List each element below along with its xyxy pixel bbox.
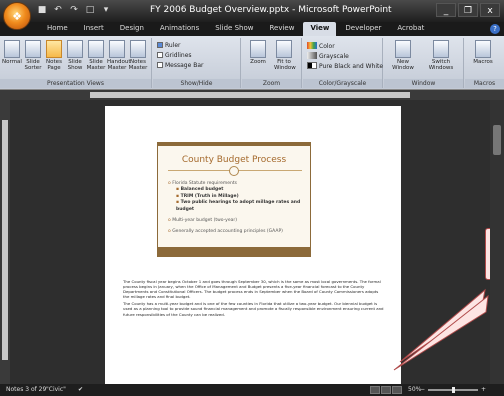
tab-developer[interactable]: Developer [338, 22, 388, 36]
group-macros: Macros Macros [465, 38, 504, 88]
normal-view-button[interactable]: Normal [2, 40, 22, 65]
grayscale-option[interactable]: Grayscale [307, 52, 349, 60]
ruler-track [90, 92, 410, 98]
office-button[interactable]: ❖ [3, 2, 31, 30]
group-label-color-grayscale: Color/Grayscale [303, 79, 382, 88]
group-label-show-hide: Show/Hide [153, 79, 240, 88]
notes-page-workspace: County Budget Process Florida Statute re… [10, 100, 490, 386]
slide-show-button[interactable]: Slide Show [65, 40, 85, 71]
fit-window-icon [276, 40, 292, 58]
office-logo-icon: ❖ [12, 9, 22, 23]
horizontal-ruler [0, 90, 504, 100]
slide-show-icon [67, 40, 83, 58]
tab-view[interactable]: View [303, 22, 337, 36]
zoom-out-icon[interactable]: − [420, 384, 425, 396]
group-color-grayscale: Color Grayscale Pure Black and White Col… [303, 38, 383, 88]
tab-animations[interactable]: Animations [153, 22, 206, 36]
tab-acrobat[interactable]: Acrobat [390, 22, 431, 36]
scrollbar-thumb[interactable] [493, 125, 501, 155]
slide-master-icon [88, 40, 104, 58]
ribbon: Normal Slide Sorter Notes Page Slide Sho… [0, 36, 504, 90]
tab-home[interactable]: Home [40, 22, 75, 36]
normal-view-icon[interactable] [370, 386, 380, 394]
customize-icon[interactable]: ▾ [100, 4, 112, 16]
bw-swatch-icon [307, 62, 317, 69]
spelling-icon[interactable]: ✔ [78, 384, 83, 396]
vertical-ruler [0, 100, 10, 384]
zoom-button[interactable]: Zoom [248, 40, 268, 65]
callout-pointer [393, 288, 489, 371]
macros-button[interactable]: Macros [473, 40, 493, 65]
title-bar: ■ ↶ ↷ □ ▾ FY 2006 Budget Overview.pptx -… [0, 0, 504, 22]
switch-windows-icon [433, 40, 449, 58]
undo-icon[interactable]: ↶ [52, 4, 64, 16]
group-label-zoom: Zoom [242, 79, 301, 88]
slide-show-icon[interactable] [392, 386, 402, 394]
checkbox-icon [157, 62, 163, 68]
group-show-hide: Ruler Gridlines Message Bar Show/Hide [153, 38, 241, 88]
new-window-icon [395, 40, 411, 58]
vertical-scrollbar[interactable] [490, 100, 504, 384]
zoom-in-icon[interactable]: + [481, 384, 486, 396]
group-label-window: Window [384, 79, 463, 88]
minimize-button[interactable]: _ [436, 3, 456, 17]
notes-master-button[interactable]: Notes Master [128, 40, 148, 71]
tab-insert[interactable]: Insert [77, 22, 111, 36]
callout-pointer-shape [393, 294, 489, 371]
switch-windows-button[interactable]: Switch Windows [424, 40, 458, 71]
slide-sorter-button[interactable]: Slide Sorter [23, 40, 43, 71]
checkbox-icon [157, 42, 163, 48]
handout-master-button[interactable]: Handout Master [107, 40, 131, 71]
callout-pointer-shape [399, 288, 486, 363]
pure-black-white-option[interactable]: Pure Black and White [307, 62, 383, 70]
new-icon[interactable]: □ [84, 4, 96, 16]
normal-view-icon [4, 40, 20, 58]
group-label-macros: Macros [465, 79, 504, 88]
slide-sorter-icon [25, 40, 41, 58]
ruler-track [2, 120, 8, 360]
color-swatch-icon [307, 42, 317, 49]
maximize-button[interactable]: ❐ [458, 3, 478, 17]
close-button[interactable]: x [480, 3, 500, 17]
help-icon[interactable]: ? [490, 24, 500, 34]
slide-counter: Notes 3 of 29 [6, 386, 47, 393]
window-title: FY 2006 Budget Overview.pptx - Microsoft… [150, 5, 392, 15]
save-icon[interactable]: ■ [36, 4, 48, 16]
macros-icon [475, 40, 491, 58]
handout-master-icon [109, 40, 125, 58]
color-option[interactable]: Color [307, 42, 335, 50]
checkbox-icon [157, 52, 163, 58]
notes-master-icon [130, 40, 146, 58]
fit-to-window-button[interactable]: Fit to Window [274, 40, 296, 71]
gridlines-checkbox[interactable]: Gridlines [157, 52, 192, 59]
group-window: New Window Switch Windows Window [384, 38, 464, 88]
theme-name: "Civic" [46, 386, 66, 393]
slide-master-button[interactable]: Slide Master [86, 40, 106, 71]
quick-access-toolbar: ■ ↶ ↷ □ ▾ [36, 4, 112, 18]
redo-icon[interactable]: ↷ [68, 4, 80, 16]
tab-slide-show[interactable]: Slide Show [208, 22, 260, 36]
ruler-checkbox[interactable]: Ruler [157, 42, 181, 49]
tab-review[interactable]: Review [262, 22, 301, 36]
ribbon-tabs: Home Insert Design Animations Slide Show… [0, 22, 504, 36]
notes-page-button[interactable]: Notes Page [44, 40, 64, 71]
magnifier-icon [250, 40, 266, 58]
group-label-presentation-views: Presentation Views [0, 79, 151, 88]
group-zoom: Zoom Fit to Window Zoom [242, 38, 302, 88]
status-bar: Notes 3 of 29 "Civic" ✔ 50% − + [0, 384, 504, 396]
message-bar-checkbox[interactable]: Message Bar [157, 62, 203, 69]
group-presentation-views: Normal Slide Sorter Notes Page Slide Sho… [0, 38, 152, 88]
slide-sorter-icon[interactable] [381, 386, 391, 394]
notes-page-icon [46, 40, 62, 58]
new-window-button[interactable]: New Window [390, 40, 416, 71]
view-shortcuts [370, 386, 402, 394]
tab-design[interactable]: Design [113, 22, 151, 36]
grayscale-swatch-icon [307, 52, 317, 59]
window-controls: _ ❐ x [436, 3, 500, 17]
zoom-slider-handle[interactable] [452, 387, 455, 393]
